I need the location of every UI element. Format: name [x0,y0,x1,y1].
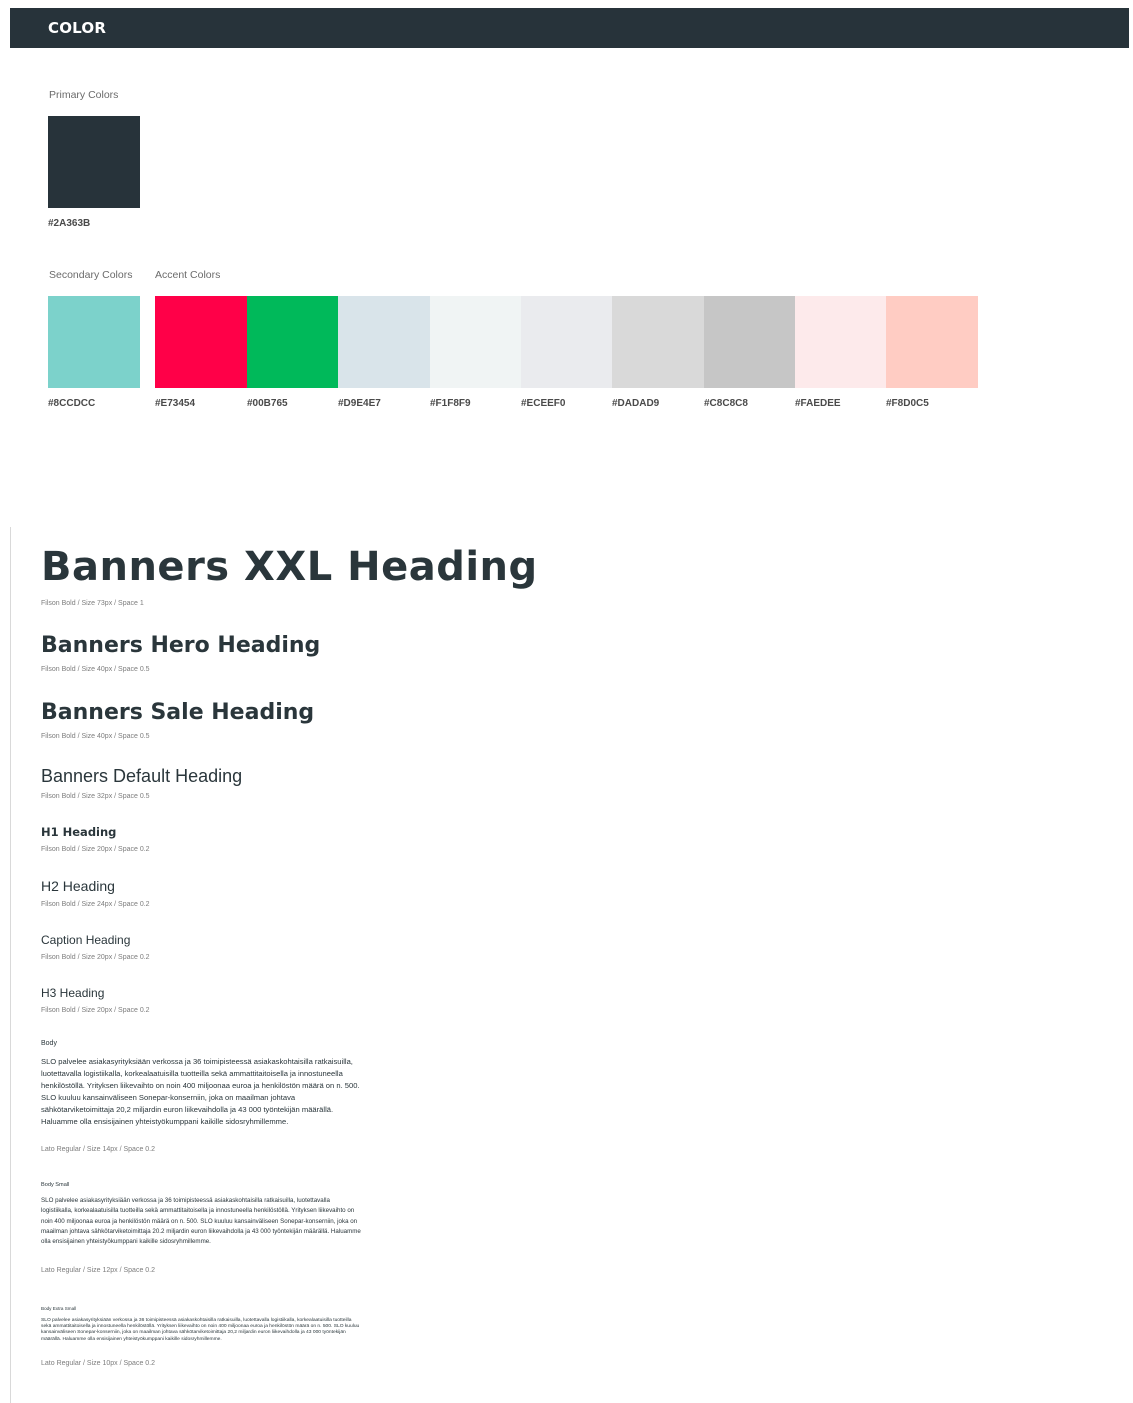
heading-spec: Filson Bold / Size 32px / Space 0.5 [41,793,150,800]
heading-spec: Filson Bold / Size 20px / Space 0.2 [41,954,150,961]
accent-color-swatch [886,296,978,388]
body-paragraph: SLO palvelee asiakasyrityksiään verkossa… [41,1057,360,1126]
heading-spec: Filson Bold / Size 24px / Space 0.2 [41,901,150,908]
section-header-bar: COLOR [10,8,1129,48]
caption-heading: Caption Heading [41,933,131,947]
body-extra-small-spec: Lato Regular / Size 10px / Space 0.2 [41,1360,156,1367]
accent-color-swatch [612,296,704,388]
heading-spec: Filson Bold / Size 40px / Space 0.5 [41,733,150,740]
banners-sale-heading: Banners Sale Heading [41,700,315,725]
accent-color-hex: #F1F8F9 [430,398,471,409]
accent-color-hex: #ECEEF0 [521,398,566,409]
banners-default-heading: Banners Default Heading [41,766,243,786]
heading-spec: Filson Bold / Size 73px / Space 1 [41,600,144,607]
heading-spec: Filson Bold / Size 20px / Space 0.2 [41,846,150,853]
accent-colors-label: Accent Colors [155,269,221,281]
banners-xxl-heading: Banners XXL Heading [41,544,538,590]
h2-heading: H2 Heading [41,878,115,894]
heading-spec: Filson Bold / Size 20px / Space 0.2 [41,1007,150,1014]
primary-color-hex: #2A363B [48,218,91,229]
heading-spec: Filson Bold / Size 40px / Space 0.5 [41,666,150,673]
primary-colors-label: Primary Colors [49,89,119,101]
body-small-spec: Lato Regular / Size 12px / Space 0.2 [41,1267,156,1274]
accent-color-hex: #C8C8C8 [704,398,748,409]
accent-color-swatch [704,296,795,388]
accent-color-swatch [521,296,612,388]
accent-color-hex: #DADAD9 [612,398,660,409]
h1-heading: H1 Heading [41,825,117,839]
section-title: COLOR [48,19,107,37]
accent-color-hex: #FAEDEE [795,398,841,409]
body-small-paragraph: SLO palvelee asiakasyrityksiään verkossa… [41,1197,361,1246]
secondary-color-swatch [48,296,140,388]
accent-color-hex: #F8D0C5 [886,398,929,409]
primary-color-swatch [48,116,140,208]
secondary-color-hex: #8CCDCC [48,398,96,409]
accent-color-hex: #D9E4E7 [338,398,381,409]
h3-heading: H3 Heading [41,986,105,1000]
accent-color-swatch [247,296,338,388]
body-title: Body [41,1040,57,1047]
banners-hero-heading: Banners Hero Heading [41,633,321,658]
accent-color-hex: #E73454 [155,398,196,409]
section-divider [10,527,11,1403]
body-small-title: Body Small [41,1182,70,1188]
accent-color-swatch [338,296,430,388]
accent-color-hex: #00B765 [247,398,288,409]
body-extra-small-title: Body Extra Small [41,1306,77,1311]
accent-color-swatch [795,296,886,388]
accent-color-swatch [155,296,247,388]
secondary-colors-label: Secondary Colors [49,269,133,281]
body-extra-small-paragraph: SLO palvelee asiakasyrityksiään verkossa… [41,1318,360,1342]
body-spec: Lato Regular / Size 14px / Space 0.2 [41,1146,156,1153]
accent-color-swatch [430,296,521,388]
